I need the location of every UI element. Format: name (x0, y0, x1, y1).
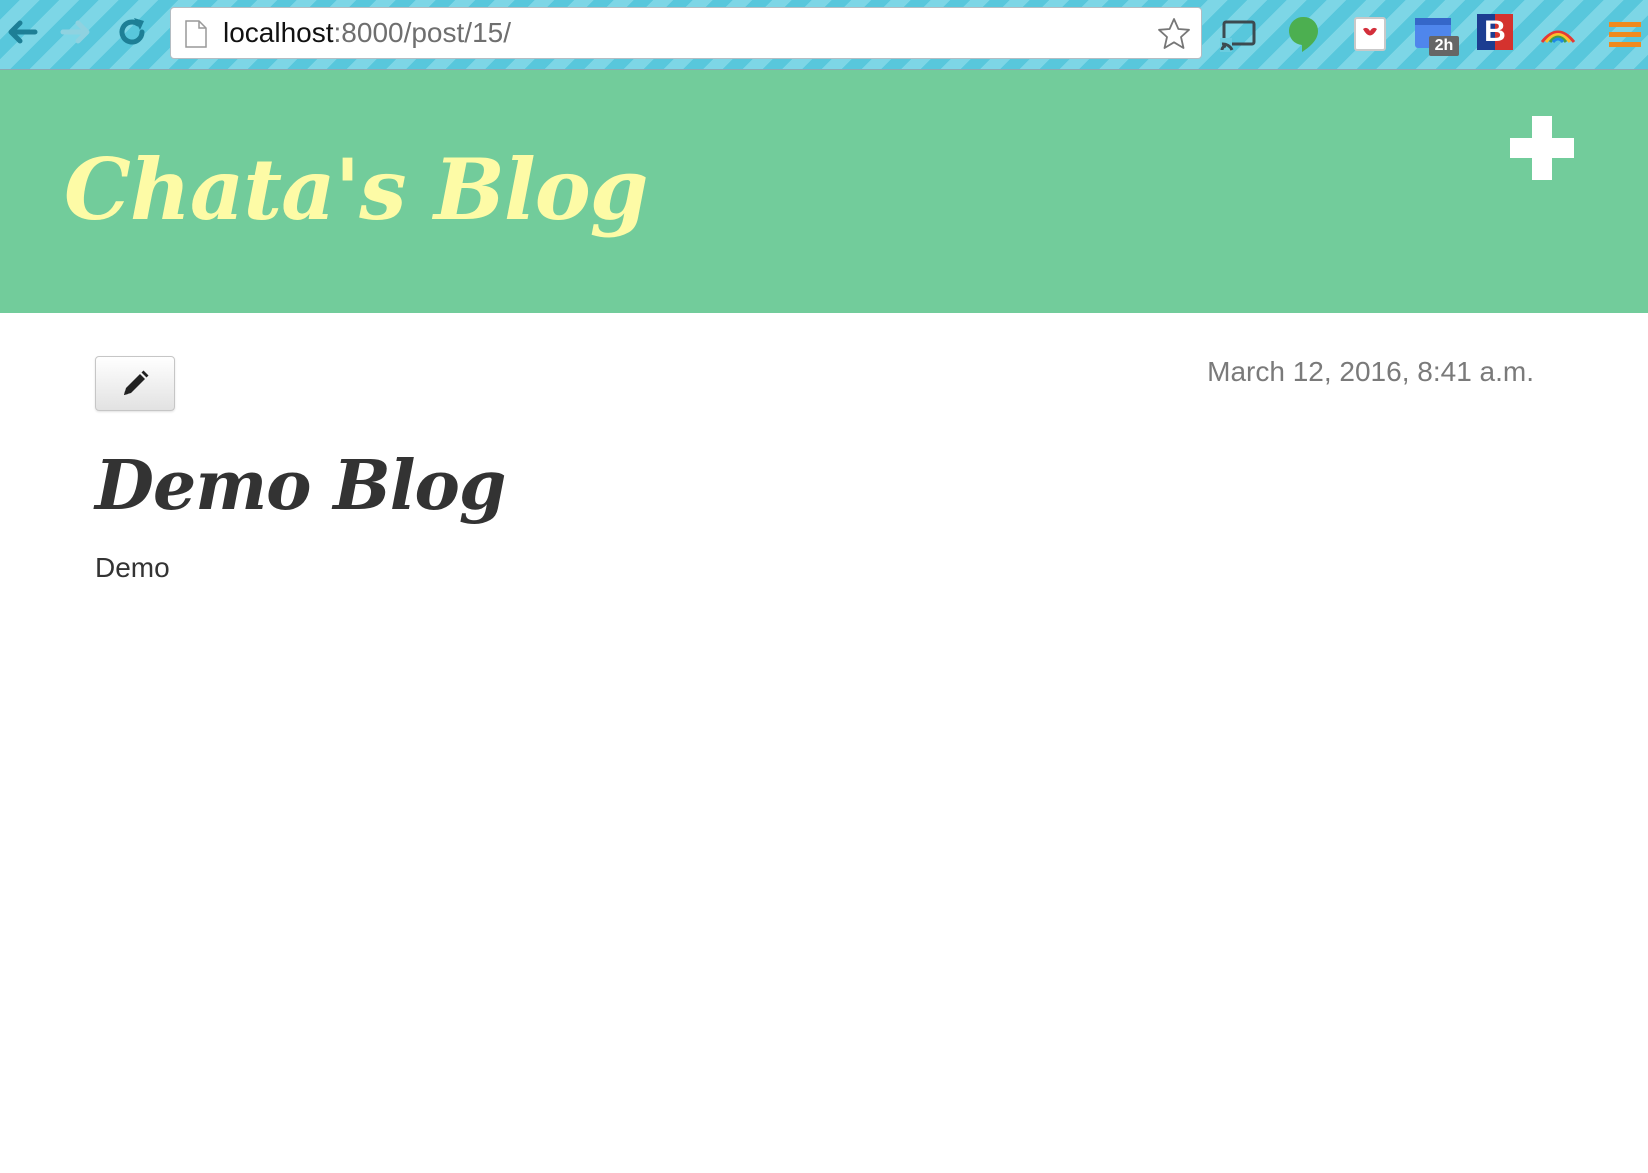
post-date: March 12, 2016, 8:41 a.m. (1207, 356, 1534, 387)
arrow-right-icon (60, 20, 90, 44)
calendar-icon[interactable]: 2h (1413, 14, 1459, 56)
url-host: localhost (223, 17, 334, 48)
menu-icon[interactable] (1605, 14, 1645, 54)
hangouts-icon[interactable] (1284, 14, 1324, 54)
page-header: Chata's Blog (0, 70, 1648, 313)
back-button[interactable] (4, 14, 40, 50)
plus-icon[interactable] (1508, 114, 1576, 182)
b-extension-letter: B (1477, 14, 1513, 50)
url-path: :8000/post/15/ (333, 17, 511, 48)
pencil-icon (124, 370, 149, 395)
forward-button[interactable] (58, 14, 94, 50)
rainbow-icon[interactable] (1538, 14, 1578, 54)
address-bar[interactable]: localhost:8000/post/15/ (170, 7, 1202, 59)
blog-title[interactable]: Chata's Blog (64, 140, 649, 239)
reload-button[interactable] (114, 14, 150, 50)
cast-icon[interactable] (1218, 14, 1258, 54)
arrow-left-icon (8, 20, 38, 44)
url-text[interactable]: localhost:8000/post/15/ (223, 8, 511, 58)
pocket-icon[interactable] (1350, 14, 1390, 54)
star-icon[interactable] (1157, 17, 1191, 51)
reload-icon (119, 18, 145, 45)
post-title: Demo Blog (95, 446, 506, 526)
post-body: Demo (95, 552, 170, 583)
edit-post-button[interactable] (95, 356, 175, 411)
b-extension-icon[interactable]: B (1475, 14, 1515, 54)
page-icon (185, 20, 207, 48)
calendar-badge: 2h (1429, 36, 1459, 56)
browser-toolbar: localhost:8000/post/15/ 2h B (0, 0, 1648, 70)
